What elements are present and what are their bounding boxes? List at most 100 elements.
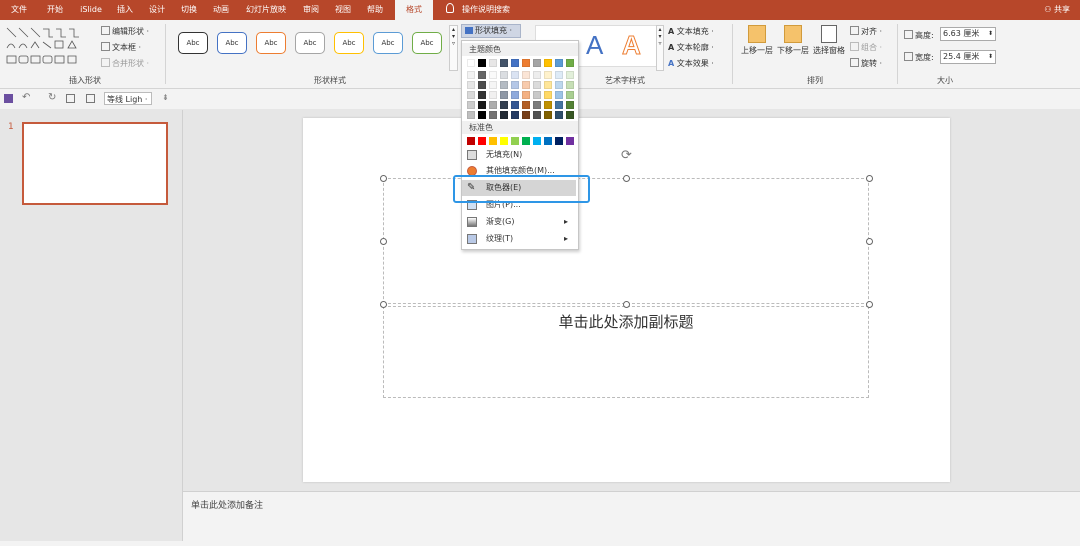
resize-handle-b[interactable] (623, 301, 630, 308)
text-outline-button[interactable]: A 文本轮廓 · (668, 42, 714, 53)
shape-style-preset[interactable]: Abc (217, 32, 247, 54)
theme-color-swatch[interactable] (478, 91, 486, 99)
standard-color-swatch[interactable] (533, 137, 541, 145)
tab-transitions[interactable]: 切换 (174, 0, 204, 20)
redo-icon[interactable]: ↻ (48, 92, 56, 103)
text-box-button[interactable]: 文本框 · (101, 42, 141, 53)
theme-color-swatch[interactable] (489, 81, 497, 89)
theme-color-swatch[interactable] (500, 59, 508, 67)
shape-style-preset[interactable]: Abc (256, 32, 286, 54)
text-effects-button[interactable]: A 文本效果 · (668, 58, 714, 69)
texture-fill-item[interactable]: 纹理(T) ▸ (462, 231, 576, 247)
standard-color-swatch[interactable] (511, 137, 519, 145)
resize-handle-bl[interactable] (380, 301, 387, 308)
standard-color-swatch[interactable] (500, 137, 508, 145)
theme-color-swatch[interactable] (555, 81, 563, 89)
tab-format[interactable]: 格式 (395, 0, 433, 20)
standard-color-swatch[interactable] (555, 137, 563, 145)
theme-color-swatch[interactable] (478, 101, 486, 109)
theme-color-swatch[interactable] (522, 59, 530, 67)
edit-shape-button[interactable]: 编辑形状 · (101, 26, 149, 37)
undo-icon[interactable]: ↶ (22, 92, 30, 103)
resize-handle-br[interactable] (866, 301, 873, 308)
width-spinner[interactable]: ⬍ (988, 51, 993, 63)
tab-file[interactable]: 文件 (2, 0, 36, 20)
theme-color-swatch[interactable] (489, 101, 497, 109)
tab-slideshow[interactable]: 幻灯片放映 (238, 0, 294, 20)
tab-design[interactable]: 设计 (142, 0, 172, 20)
theme-color-swatch[interactable] (500, 81, 508, 89)
theme-color-swatch[interactable] (566, 59, 574, 67)
theme-color-swatch[interactable] (500, 101, 508, 109)
theme-color-swatch[interactable] (566, 111, 574, 119)
tab-view[interactable]: 视图 (328, 0, 358, 20)
merge-shapes-button[interactable]: 合并形状 · (101, 58, 149, 69)
theme-color-swatch[interactable] (478, 111, 486, 119)
theme-color-swatch[interactable] (500, 71, 508, 79)
slide-thumbnail[interactable] (22, 122, 168, 205)
wordart-orange-sample[interactable]: A (622, 30, 642, 61)
theme-color-swatch[interactable] (467, 81, 475, 89)
theme-color-swatch[interactable] (467, 71, 475, 79)
gradient-fill-item[interactable]: 渐变(G) ▸ (462, 214, 576, 230)
theme-color-swatch[interactable] (478, 71, 486, 79)
theme-color-swatch[interactable] (489, 91, 497, 99)
standard-color-swatch[interactable] (544, 137, 552, 145)
resize-handle-tr[interactable] (866, 175, 873, 182)
height-spinner[interactable]: ⬍ (988, 28, 993, 40)
theme-color-swatch[interactable] (555, 71, 563, 79)
theme-color-swatch[interactable] (511, 81, 519, 89)
theme-color-swatch[interactable] (522, 81, 530, 89)
theme-color-swatch[interactable] (555, 101, 563, 109)
send-backward-button[interactable]: 下移一层 (776, 25, 810, 69)
theme-color-swatch[interactable] (489, 59, 497, 67)
subtitle-placeholder[interactable]: 单击此处添加副标题 (383, 306, 869, 398)
theme-color-swatch[interactable] (544, 71, 552, 79)
theme-color-swatch[interactable] (533, 111, 541, 119)
shape-style-preset[interactable]: Abc (178, 32, 208, 54)
resize-handle-l[interactable] (380, 238, 387, 245)
wordart-blue-sample[interactable]: A (586, 30, 603, 61)
font-selector[interactable]: 等线 Ligh · (104, 92, 152, 105)
rotate-handle-icon[interactable]: ⟳ (621, 148, 632, 163)
theme-color-swatch[interactable] (555, 91, 563, 99)
slide-canvas[interactable]: 单击此处添加副标题 ⟳ (303, 118, 950, 482)
tab-insert[interactable]: 插入 (110, 0, 140, 20)
theme-color-swatch[interactable] (522, 71, 530, 79)
theme-color-swatch[interactable] (522, 111, 530, 119)
standard-color-swatch[interactable] (489, 137, 497, 145)
theme-color-swatch[interactable] (566, 71, 574, 79)
theme-color-swatch[interactable] (511, 59, 519, 67)
shape-style-preset[interactable]: Abc (412, 32, 442, 54)
shape-fill-button[interactable]: 形状填充 · (461, 24, 521, 38)
theme-color-swatch[interactable] (533, 91, 541, 99)
bring-forward-button[interactable]: 上移一层 (740, 25, 774, 69)
no-fill-item[interactable]: 无填充(N) (462, 147, 576, 163)
tab-home[interactable]: 开始 (38, 0, 72, 20)
theme-color-swatch[interactable] (533, 101, 541, 109)
theme-color-swatch[interactable] (533, 81, 541, 89)
shape-style-preset[interactable]: Abc (373, 32, 403, 54)
theme-color-swatch[interactable] (566, 101, 574, 109)
shape-styles-gallery[interactable]: Abc Abc Abc Abc Abc Abc Abc (170, 26, 450, 62)
theme-color-swatch[interactable] (511, 101, 519, 109)
theme-color-swatch[interactable] (467, 101, 475, 109)
theme-color-swatch[interactable] (544, 81, 552, 89)
textbox-icon[interactable] (86, 94, 95, 103)
text-fill-button[interactable]: A 文本填充 · (668, 26, 714, 37)
theme-color-swatch[interactable] (566, 81, 574, 89)
theme-color-swatch[interactable] (511, 91, 519, 99)
theme-color-swatch[interactable] (500, 91, 508, 99)
shape-style-preset[interactable]: Abc (295, 32, 325, 54)
resize-handle-t[interactable] (623, 175, 630, 182)
theme-color-swatch[interactable] (478, 59, 486, 67)
theme-color-swatch[interactable] (544, 111, 552, 119)
customize-qat-icon[interactable]: ⇟ (162, 93, 169, 102)
theme-color-swatch[interactable] (533, 59, 541, 67)
theme-color-swatch[interactable] (467, 91, 475, 99)
standard-color-swatch[interactable] (478, 137, 486, 145)
theme-color-swatch[interactable] (522, 101, 530, 109)
theme-color-swatch[interactable] (522, 91, 530, 99)
theme-color-swatch[interactable] (467, 111, 475, 119)
theme-color-swatch[interactable] (478, 81, 486, 89)
